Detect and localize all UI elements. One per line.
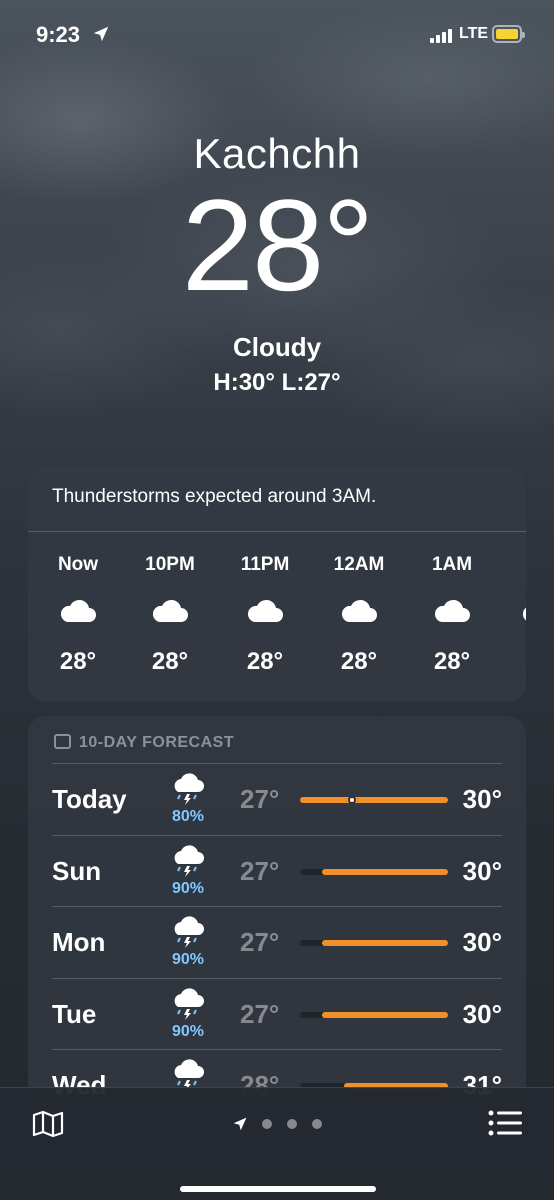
current-temp-marker bbox=[347, 796, 356, 804]
high-temp: 30° bbox=[462, 784, 502, 814]
cloud-icon bbox=[341, 599, 377, 622]
bottom-toolbar bbox=[0, 1087, 554, 1200]
hour-label: Now bbox=[57, 554, 99, 575]
cloud-icon bbox=[522, 607, 526, 621]
page-indicator[interactable] bbox=[232, 1114, 332, 1134]
list-icon[interactable] bbox=[488, 1110, 522, 1136]
hour-label: 10PM bbox=[145, 554, 195, 575]
high-temp: 30° bbox=[462, 998, 502, 1029]
forecast-row[interactable]: Tue 90% 27° 30° bbox=[52, 979, 502, 1050]
hour-temperature: 28° bbox=[151, 648, 189, 675]
cloud-icon bbox=[434, 599, 470, 622]
forecast-header: 10-DAY FORECAST bbox=[52, 716, 502, 764]
forecast-day: Mon bbox=[52, 927, 106, 957]
temp-range-bar bbox=[300, 1011, 448, 1018]
precip-chance: 90% bbox=[171, 1022, 205, 1040]
cloud-icon bbox=[60, 599, 96, 622]
thunderstorm-icon bbox=[174, 987, 204, 1020]
high-low-temperature: H:30° L:27° bbox=[213, 369, 341, 396]
location-arrow-icon bbox=[233, 1117, 247, 1131]
thunderstorm-icon bbox=[174, 844, 204, 877]
map-icon[interactable] bbox=[32, 1110, 64, 1138]
current-temperature: 28° bbox=[181, 172, 375, 318]
high-temp: 30° bbox=[462, 927, 502, 957]
precip-chance: 90% bbox=[171, 951, 205, 968]
temp-range-fill bbox=[300, 797, 448, 803]
page-dot bbox=[287, 1119, 297, 1129]
home-indicator[interactable] bbox=[180, 1186, 376, 1192]
low-temp: 27° bbox=[240, 855, 280, 886]
forecast-day: Today bbox=[52, 784, 127, 814]
signal-strength-icon bbox=[430, 29, 454, 43]
hour-temperature: 28° bbox=[246, 648, 284, 675]
hour-temperature: 28° bbox=[340, 648, 378, 675]
high-temp: 30° bbox=[462, 855, 502, 886]
hour-temperature: 2 bbox=[500, 648, 526, 676]
temp-range-bar bbox=[300, 796, 448, 804]
low-temp: 27° bbox=[240, 998, 280, 1029]
low-temp: 27° bbox=[240, 784, 280, 814]
page-dot bbox=[262, 1119, 272, 1129]
thunderstorm-icon bbox=[174, 773, 204, 805]
forecast-row[interactable]: Mon 90% 27° 30° bbox=[52, 907, 502, 979]
hour-label: 2 bbox=[500, 554, 526, 576]
hour-label: 12AM bbox=[333, 554, 385, 575]
temp-range-fill bbox=[322, 1011, 448, 1018]
forecast-row[interactable]: Today 80% 27° 30° bbox=[52, 764, 502, 836]
city-name: Kachchh bbox=[193, 130, 361, 177]
forecast-day: Sun bbox=[52, 855, 102, 886]
precip-chance: 80% bbox=[171, 808, 205, 825]
temp-range-fill bbox=[322, 868, 448, 875]
hour-label: 11PM bbox=[240, 554, 290, 575]
cloud-icon bbox=[247, 599, 283, 622]
ten-day-forecast-card[interactable]: 10-DAY FORECAST Today 80% 27° 30° Sun 90… bbox=[28, 716, 526, 1106]
network-type: LTE bbox=[459, 25, 489, 42]
calendar-icon bbox=[54, 734, 71, 749]
thunderstorm-icon bbox=[174, 916, 204, 948]
status-time: 9:23 bbox=[36, 22, 81, 47]
hour-temperature: 28° bbox=[433, 648, 471, 675]
temp-range-bar bbox=[300, 940, 448, 946]
location-arrow-icon bbox=[93, 26, 109, 42]
hourly-forecast-card[interactable]: Thunderstorms expected around 3AM. Now 2… bbox=[28, 468, 526, 702]
hourly-scroll-row[interactable]: Now 28° 10PM 28° 11PM 28° 12AM 28° 1AM 2… bbox=[28, 532, 526, 702]
temp-range-bar bbox=[300, 868, 448, 875]
battery-icon bbox=[492, 25, 525, 43]
temp-range-fill bbox=[322, 940, 448, 946]
low-temp: 27° bbox=[240, 927, 280, 957]
forecast-title: 10-DAY FORECAST bbox=[79, 734, 235, 751]
forecast-row[interactable]: Sun 90% 27° 30° bbox=[52, 836, 502, 907]
hour-temperature: 28° bbox=[59, 648, 97, 675]
forecast-day: Tue bbox=[52, 998, 97, 1029]
precip-chance: 90% bbox=[171, 879, 205, 897]
hour-label: 1AM bbox=[431, 554, 473, 575]
current-condition: Cloudy bbox=[232, 332, 322, 362]
page-dot bbox=[312, 1119, 322, 1129]
status-bar: 9:23 LTE bbox=[0, 0, 554, 70]
forecast-summary: Thunderstorms expected around 3AM. bbox=[28, 468, 526, 532]
cloud-icon bbox=[152, 599, 188, 622]
current-weather: Kachchh 28° Cloudy H:30° L:27° bbox=[0, 130, 554, 397]
